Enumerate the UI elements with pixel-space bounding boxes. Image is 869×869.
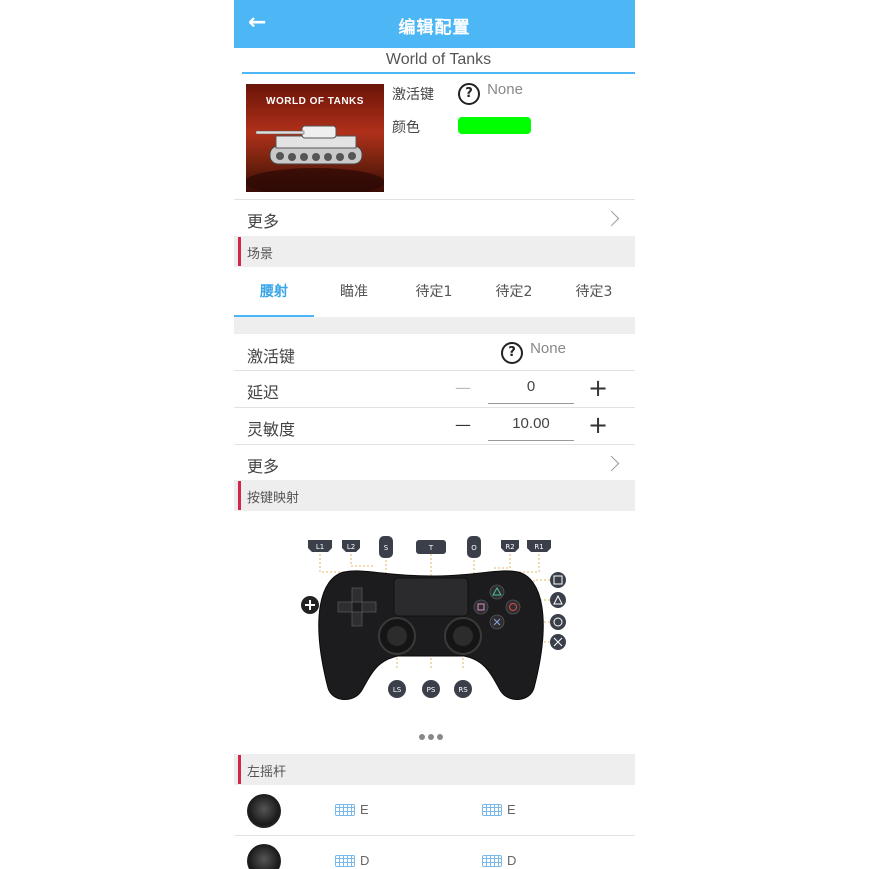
activation-key-value: None bbox=[487, 81, 523, 98]
scene-activation-value: None bbox=[530, 340, 566, 357]
controller-diagram: L1 L2 S T O R2 R1 LS PS RS bbox=[294, 528, 594, 712]
chevron-right-icon bbox=[603, 455, 620, 472]
activation-key-label: 激活键 bbox=[392, 87, 434, 103]
svg-text:S: S bbox=[384, 544, 389, 552]
left-key-value: E bbox=[360, 802, 369, 817]
left-stick-row[interactable]: D D bbox=[234, 836, 635, 869]
question-mark-icon: ? bbox=[501, 342, 523, 364]
more-row[interactable]: 更多 bbox=[234, 200, 635, 236]
sensitivity-minus-button[interactable]: — bbox=[451, 413, 475, 437]
tab-hip-fire[interactable]: 腰射 bbox=[234, 267, 314, 317]
svg-text:O: O bbox=[471, 544, 477, 552]
game-name: World of Tanks bbox=[242, 48, 635, 74]
tank-icon bbox=[246, 125, 384, 192]
joystick-icon bbox=[247, 794, 281, 828]
scene-tabs: 腰射 瞄准 待定1 待定2 待定3 bbox=[234, 267, 635, 317]
gamepad-icon: L1 L2 S T O R2 R1 LS PS RS bbox=[301, 536, 566, 700]
right-key-value: D bbox=[507, 853, 517, 868]
sensitivity-plus-button[interactable]: + bbox=[586, 413, 610, 437]
svg-text:R2: R2 bbox=[505, 543, 514, 551]
separator-band bbox=[234, 317, 635, 334]
scene-activation-selector[interactable]: ? None bbox=[501, 340, 566, 364]
phone-screen: ← 编辑配置 World of Tanks WORLD OF TANKS 激活键… bbox=[234, 0, 635, 869]
scene-activation-label: 激活键 bbox=[247, 347, 296, 366]
page-title: 编辑配置 bbox=[398, 18, 471, 38]
keyboard-icon bbox=[335, 855, 355, 867]
delay-row: 延迟 — 0 + bbox=[234, 371, 635, 407]
scene-header-text: 场景 bbox=[247, 247, 274, 262]
tab-pending-1[interactable]: 待定1 bbox=[394, 267, 474, 317]
color-swatch[interactable] bbox=[458, 117, 531, 134]
left-key-value: D bbox=[360, 853, 370, 868]
section-marker bbox=[238, 237, 241, 266]
keyboard-icon bbox=[482, 855, 502, 867]
svg-text:LS: LS bbox=[393, 686, 402, 694]
question-mark-icon: ? bbox=[458, 83, 480, 105]
svg-text:RS: RS bbox=[458, 686, 468, 694]
keyboard-icon bbox=[482, 804, 502, 816]
sensitivity-label: 灵敏度 bbox=[247, 420, 296, 439]
chevron-right-icon bbox=[603, 210, 620, 227]
svg-text:R1: R1 bbox=[534, 543, 543, 551]
left-stick-row[interactable]: E E bbox=[234, 785, 635, 835]
activation-key-selector[interactable]: ? None bbox=[458, 81, 523, 105]
delay-label: 延迟 bbox=[247, 383, 280, 402]
section-marker bbox=[238, 481, 241, 510]
keyboard-icon bbox=[335, 804, 355, 816]
mapping-section-header: 按键映射 bbox=[234, 480, 635, 511]
section-marker bbox=[238, 755, 241, 784]
svg-text:PS: PS bbox=[427, 686, 436, 694]
right-key-value: E bbox=[507, 802, 516, 817]
left-stick-header-text: 左摇杆 bbox=[247, 765, 287, 780]
left-stick-section-header: 左摇杆 bbox=[234, 754, 635, 785]
more-label: 更多 bbox=[247, 212, 280, 231]
scene-more-label: 更多 bbox=[247, 457, 280, 476]
tab-pending-2[interactable]: 待定2 bbox=[474, 267, 554, 317]
svg-text:T: T bbox=[428, 544, 434, 552]
delay-plus-button[interactable]: + bbox=[586, 376, 610, 400]
color-label: 颜色 bbox=[392, 120, 420, 136]
scene-section-header: 场景 bbox=[234, 236, 635, 267]
delay-input[interactable]: 0 bbox=[488, 377, 574, 404]
svg-text:L2: L2 bbox=[347, 543, 355, 551]
sensitivity-row: 灵敏度 — 10.00 + bbox=[234, 408, 635, 444]
tab-pending-3[interactable]: 待定3 bbox=[554, 267, 634, 317]
title-bar: ← 编辑配置 bbox=[234, 0, 635, 48]
pagination-dots[interactable] bbox=[419, 725, 449, 740]
scene-activation-row: 激活键 ? None bbox=[234, 334, 635, 370]
joystick-icon bbox=[247, 844, 281, 869]
game-cover-image: WORLD OF TANKS bbox=[246, 84, 384, 192]
delay-minus-button[interactable]: — bbox=[451, 376, 475, 400]
sensitivity-input[interactable]: 10.00 bbox=[488, 414, 574, 441]
svg-text:L1: L1 bbox=[316, 543, 324, 551]
scene-more-row[interactable]: 更多 bbox=[234, 445, 635, 480]
mapping-header-text: 按键映射 bbox=[247, 491, 300, 506]
tab-aim[interactable]: 瞄准 bbox=[314, 267, 394, 317]
